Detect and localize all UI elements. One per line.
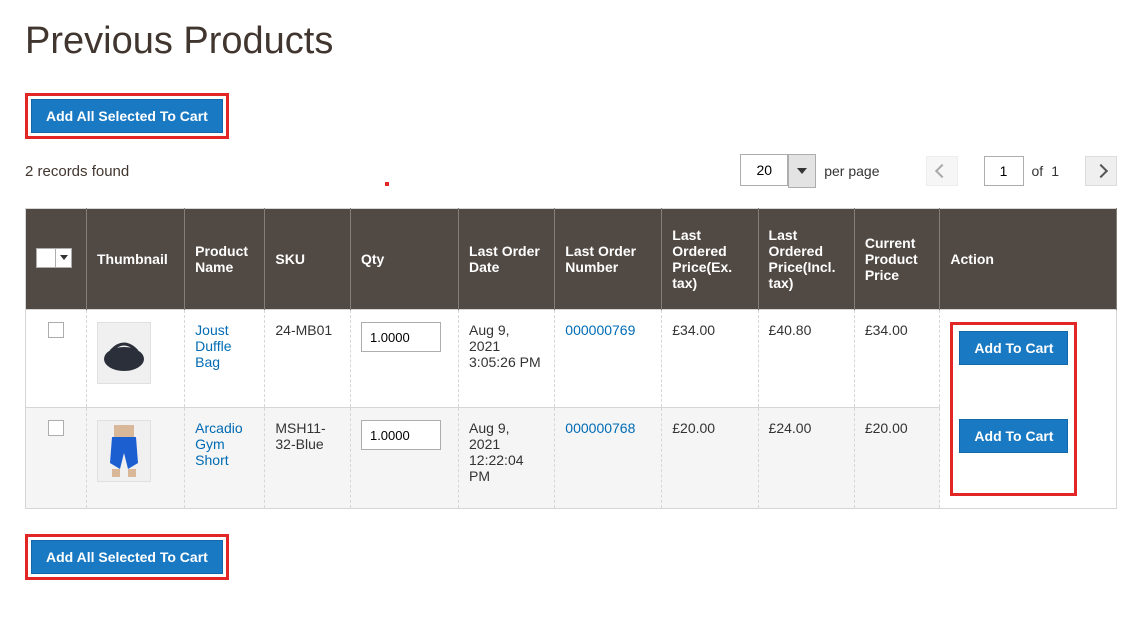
col-product-name[interactable]: Product Name [185, 209, 265, 310]
date-cell: Aug 9, 2021 12:22:04 PM [459, 408, 555, 509]
product-name-link[interactable]: Joust Duffle Bag [195, 322, 231, 370]
col-current-price[interactable]: Current Product Price [854, 209, 940, 310]
page-number-input[interactable] [984, 156, 1024, 186]
chevron-right-icon [1094, 164, 1108, 178]
row-checkbox[interactable] [48, 322, 64, 338]
price-incl-cell: £40.80 [758, 310, 854, 408]
add-to-cart-button[interactable]: Add To Cart [959, 419, 1068, 453]
per-page-dropdown[interactable] [788, 154, 816, 188]
sku-cell: MSH11-32-Blue [265, 408, 351, 509]
col-qty[interactable]: Qty [350, 209, 458, 310]
chevron-left-icon [934, 164, 948, 178]
col-thumbnail[interactable]: Thumbnail [86, 209, 184, 310]
page-title: Previous Products [25, 20, 1117, 63]
highlight-action: Add To Cart Add To Cart [950, 322, 1077, 496]
sku-cell: 24-MB01 [265, 310, 351, 408]
select-all-checkbox[interactable] [36, 248, 56, 268]
total-pages: 1 [1051, 163, 1059, 179]
red-dot [385, 182, 389, 186]
add-to-cart-button[interactable]: Add To Cart [959, 331, 1068, 365]
highlight-top: Add All Selected To Cart [25, 93, 229, 139]
product-thumbnail [97, 420, 151, 482]
current-price-cell: £20.00 [854, 408, 940, 509]
highlight-bottom: Add All Selected To Cart [25, 534, 229, 580]
add-all-selected-top-button[interactable]: Add All Selected To Cart [31, 99, 223, 133]
col-last-order-date[interactable]: Last Order Date [459, 209, 555, 310]
bag-icon [99, 333, 149, 373]
table-row: Joust Duffle Bag 24-MB01 Aug 9, 2021 3:0… [26, 310, 1117, 408]
price-incl-cell: £24.00 [758, 408, 854, 509]
qty-input[interactable] [361, 322, 441, 352]
order-number-link[interactable]: 000000768 [565, 420, 635, 436]
qty-input[interactable] [361, 420, 441, 450]
order-number-link[interactable]: 000000769 [565, 322, 635, 338]
caret-down-icon [60, 255, 68, 260]
current-price-cell: £34.00 [854, 310, 940, 408]
next-page-button[interactable] [1085, 156, 1117, 186]
col-price-ex[interactable]: Last Ordered Price(Ex. tax) [662, 209, 758, 310]
product-name-link[interactable]: Arcadio Gym Short [195, 420, 242, 468]
product-thumbnail [97, 322, 151, 384]
row-checkbox[interactable] [48, 420, 64, 436]
per-page-input[interactable] [740, 154, 788, 186]
add-all-selected-bottom-button[interactable]: Add All Selected To Cart [31, 540, 223, 574]
records-found-label: 2 records found [25, 163, 129, 180]
of-label: of [1032, 163, 1044, 179]
price-ex-cell: £20.00 [662, 408, 758, 509]
prev-page-button[interactable] [926, 156, 958, 186]
col-action: Action [940, 209, 1117, 310]
caret-down-icon [797, 168, 807, 174]
select-all-control[interactable] [36, 248, 72, 268]
products-table: Thumbnail Product Name SKU Qty Last Orde… [25, 208, 1117, 509]
shorts-icon [104, 423, 144, 479]
price-ex-cell: £34.00 [662, 310, 758, 408]
col-sku[interactable]: SKU [265, 209, 351, 310]
per-page-label: per page [824, 163, 879, 179]
col-price-incl[interactable]: Last Ordered Price(Incl. tax) [758, 209, 854, 310]
col-last-order-number[interactable]: Last Order Number [555, 209, 662, 310]
date-cell: Aug 9, 2021 3:05:26 PM [459, 310, 555, 408]
